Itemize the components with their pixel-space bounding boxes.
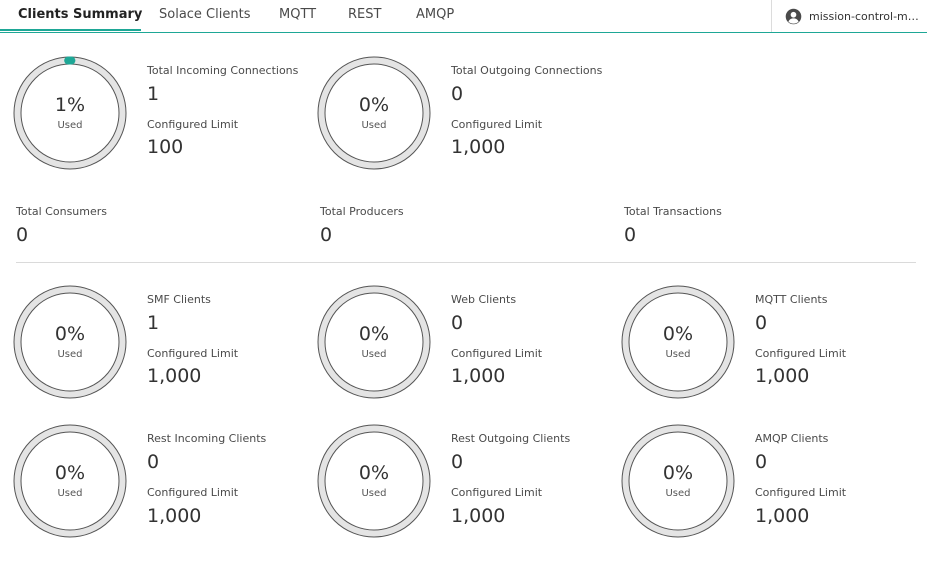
amqp-limit-label: Configured Limit <box>755 486 847 499</box>
tab-solace-clients[interactable]: Solace Clients <box>159 7 250 22</box>
mqtt-clients-label: MQTT Clients <box>755 293 828 306</box>
gauge-used-label: Used <box>665 488 691 499</box>
rest-outgoing-clients-value: 0 <box>451 451 464 473</box>
web-clients-gauge: 0% Used <box>317 285 431 399</box>
gauge-used-label: Used <box>361 120 387 131</box>
web-clients-label: Web Clients <box>451 293 517 306</box>
user-circle-icon <box>785 8 802 24</box>
tab-bar: Clients Summary Solace Clients MQTT REST… <box>0 0 927 33</box>
rest-outgoing-clients-label: Rest Outgoing Clients <box>451 432 571 445</box>
gauge-used-label: Used <box>361 349 387 360</box>
gauge-percent: 0% <box>54 462 86 484</box>
gauge-percent: 0% <box>358 323 390 345</box>
outgoing-connections-gauge: 0% Used <box>317 56 431 170</box>
user-name: mission-control-manager <box>809 9 921 23</box>
incoming-limit-value: 100 <box>147 136 184 158</box>
smf-clients-gauge: 0% Used <box>13 285 127 399</box>
gauge-percent: 0% <box>54 323 86 345</box>
incoming-limit-label: Configured Limit <box>147 118 239 131</box>
smf-limit-value: 1,000 <box>147 365 202 387</box>
outgoing-connections-label: Total Outgoing Connections <box>451 64 603 77</box>
rest-incoming-clients-gauge: 0% Used <box>13 424 127 538</box>
total-transactions-label: Total Transactions <box>624 205 722 218</box>
tab-rest[interactable]: REST <box>348 7 381 22</box>
web-limit-value: 1,000 <box>451 365 506 387</box>
section-divider <box>16 262 916 263</box>
total-consumers-label: Total Consumers <box>16 205 108 218</box>
rest-incoming-clients-label: Rest Incoming Clients <box>147 432 267 445</box>
active-tab-indicator <box>0 29 141 31</box>
web-limit-label: Configured Limit <box>451 347 543 360</box>
smf-clients-value: 1 <box>147 312 160 334</box>
gauge-used-label: Used <box>57 488 83 499</box>
outgoing-limit-label: Configured Limit <box>451 118 543 131</box>
amqp-limit-value: 1,000 <box>755 505 810 527</box>
gauge-percent: 0% <box>662 323 694 345</box>
gauge-used-label: Used <box>361 488 387 499</box>
mqtt-limit-label: Configured Limit <box>755 347 847 360</box>
incoming-connections-value: 1 <box>147 83 160 105</box>
gauge-used-label: Used <box>57 120 83 131</box>
gauge-percent: 0% <box>358 94 390 116</box>
user-menu[interactable]: mission-control-manager <box>771 0 927 32</box>
gauge-used-label: Used <box>665 349 691 360</box>
mqtt-limit-value: 1,000 <box>755 365 810 387</box>
rest-outgoing-limit-value: 1,000 <box>451 505 506 527</box>
gauge-used-label: Used <box>57 349 83 360</box>
gauge-percent: 0% <box>358 462 390 484</box>
gauge-percent: 1% <box>54 94 86 116</box>
web-clients-value: 0 <box>451 312 464 334</box>
rest-incoming-clients-value: 0 <box>147 451 160 473</box>
mqtt-clients-gauge: 0% Used <box>621 285 735 399</box>
rest-outgoing-clients-gauge: 0% Used <box>317 424 431 538</box>
incoming-connections-gauge: 1% Used <box>13 56 127 170</box>
outgoing-limit-value: 1,000 <box>451 136 506 158</box>
tab-mqtt[interactable]: MQTT <box>279 7 316 22</box>
tab-clients-summary[interactable]: Clients Summary <box>18 7 142 22</box>
gauge-percent: 0% <box>662 462 694 484</box>
mqtt-clients-value: 0 <box>755 312 768 334</box>
smf-clients-label: SMF Clients <box>147 293 211 306</box>
outgoing-connections-value: 0 <box>451 83 464 105</box>
tab-amqp[interactable]: AMQP <box>416 7 454 22</box>
total-consumers-value: 0 <box>16 224 29 246</box>
rest-incoming-limit-value: 1,000 <box>147 505 202 527</box>
incoming-connections-label: Total Incoming Connections <box>147 64 299 77</box>
total-producers-value: 0 <box>320 224 333 246</box>
total-transactions-value: 0 <box>624 224 637 246</box>
smf-limit-label: Configured Limit <box>147 347 239 360</box>
amqp-clients-gauge: 0% Used <box>621 424 735 538</box>
amqp-clients-value: 0 <box>755 451 768 473</box>
amqp-clients-label: AMQP Clients <box>755 432 829 445</box>
rest-outgoing-limit-label: Configured Limit <box>451 486 543 499</box>
total-producers-label: Total Producers <box>320 205 404 218</box>
rest-incoming-limit-label: Configured Limit <box>147 486 239 499</box>
